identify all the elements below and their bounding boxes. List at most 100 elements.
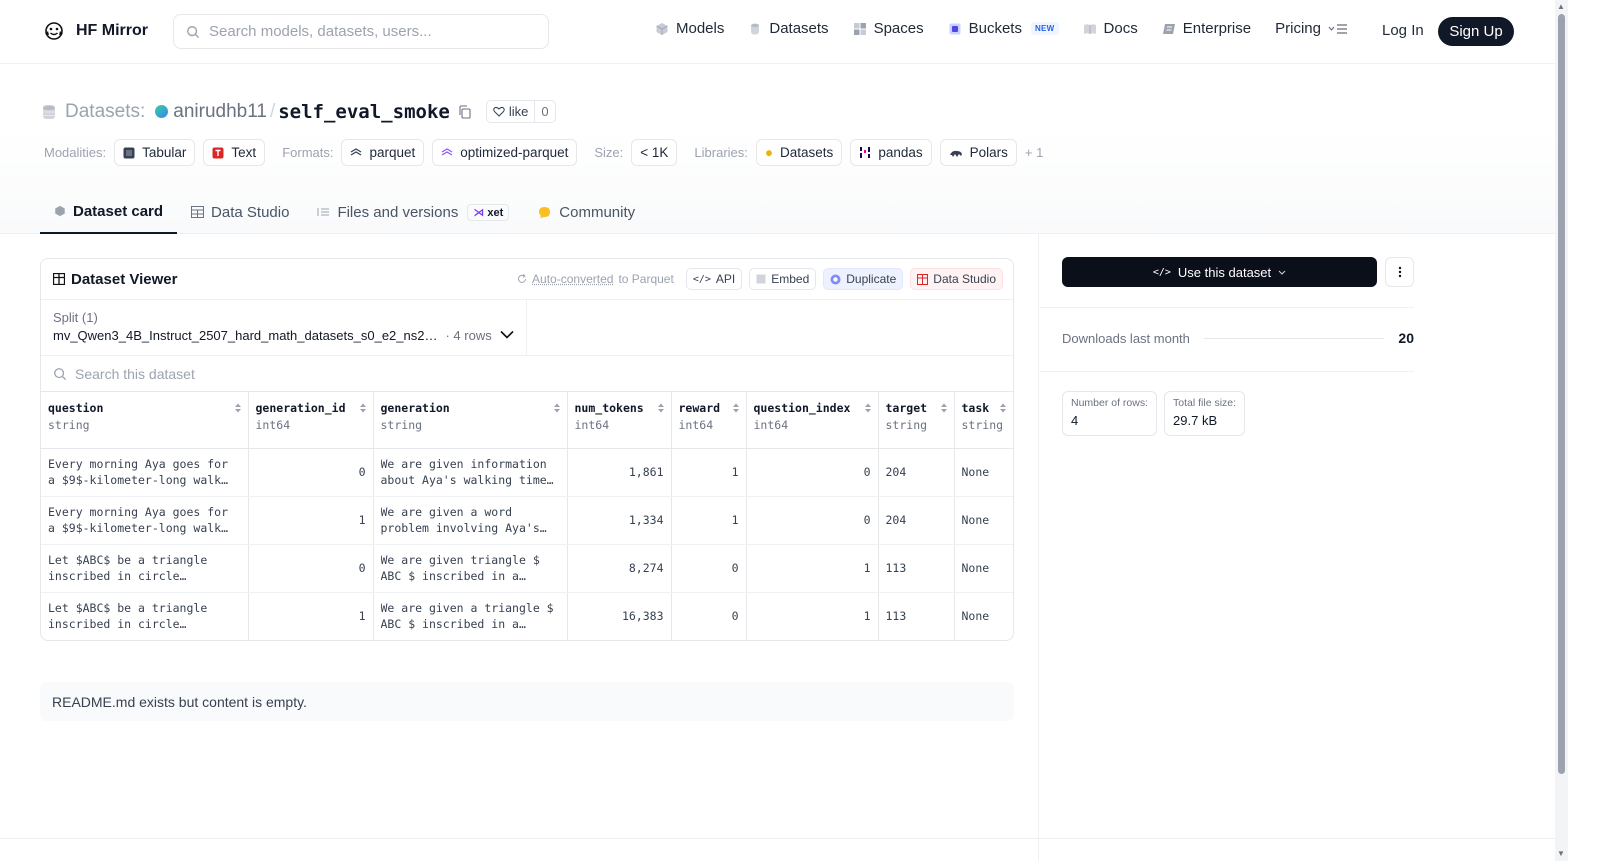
sort-icon[interactable] <box>553 402 561 414</box>
column-header[interactable]: reward int64 <box>671 392 747 449</box>
sort-icon[interactable] <box>657 402 665 414</box>
column-header[interactable]: num_tokens int64 <box>567 392 672 449</box>
embed-button[interactable]: Embed <box>749 268 817 290</box>
table-cell[interactable]: Let $ABC$ be a triangle inscribed in cir… <box>41 592 249 640</box>
sort-icon[interactable] <box>999 402 1007 414</box>
scroll-up-icon[interactable]: ▲ <box>1557 2 1565 11</box>
data-studio-button[interactable]: Data Studio <box>910 268 1003 290</box>
format-optimized-parquet-chip[interactable]: optimized-parquet <box>432 139 578 166</box>
page-scrollbar[interactable]: ▲ ▼ <box>1555 0 1568 861</box>
table-cell[interactable]: 1,861 <box>567 448 672 497</box>
scroll-thumb[interactable] <box>1558 14 1565 774</box>
copy-icon[interactable] <box>458 104 472 119</box>
split-name: mv_Qwen3_4B_Instruct_2507_hard_math_data… <box>53 328 438 343</box>
search-icon <box>54 367 67 380</box>
api-button[interactable]: </> API <box>685 268 743 290</box>
more-menu-icon[interactable] <box>1328 22 1348 36</box>
sort-icon[interactable] <box>359 402 367 414</box>
tab-data-studio[interactable]: Data Studio <box>177 190 303 234</box>
signup-button[interactable]: Sign Up <box>1438 17 1514 46</box>
table-cell[interactable]: None <box>954 496 1013 545</box>
dataset-search[interactable] <box>41 356 1013 392</box>
tab-dataset-card[interactable]: Dataset card <box>40 190 178 234</box>
crumb-datasets-label[interactable]: Datasets: <box>65 101 145 123</box>
table-cell[interactable]: 1,334 <box>567 496 672 545</box>
table-cell[interactable]: We are given triangle $ ABC $ inscribed … <box>373 544 568 593</box>
column-header[interactable]: generation_id int64 <box>248 392 374 449</box>
login-link[interactable]: Log In <box>1382 22 1424 39</box>
format-parquet-label: parquet <box>369 145 416 160</box>
nav-models[interactable]: Models <box>655 20 724 37</box>
table-cell[interactable]: We are given information about Aya's wal… <box>373 448 568 497</box>
table-row[interactable]: Let $ABC$ be a triangle inscribed in cir… <box>41 592 1013 640</box>
table-cell[interactable]: 0 <box>746 496 879 545</box>
modality-text-chip[interactable]: Text <box>203 139 266 166</box>
table-row[interactable]: Every morning Aya goes for a $9$-kilomet… <box>41 448 1013 497</box>
use-this-dataset-button[interactable]: </> Use this dataset <box>1062 257 1377 287</box>
table-cell[interactable]: None <box>954 592 1013 640</box>
owner-link[interactable]: anirudhb11 <box>173 101 267 123</box>
table-cell[interactable]: 113 <box>878 592 955 640</box>
sort-icon[interactable] <box>940 402 948 414</box>
repo-name[interactable]: self_eval_smoke <box>278 101 450 123</box>
table-cell[interactable]: 1 <box>248 592 374 640</box>
nav-pricing[interactable]: Pricing <box>1275 20 1321 37</box>
table-cell[interactable]: Every morning Aya goes for a $9$-kilomet… <box>41 448 249 497</box>
table-cell[interactable]: 1 <box>248 496 374 545</box>
column-header[interactable]: generation string <box>373 392 568 449</box>
more-options-button[interactable] <box>1385 257 1414 287</box>
modality-tabular-chip[interactable]: Tabular <box>114 139 196 166</box>
table-cell[interactable]: Let $ABC$ be a triangle inscribed in cir… <box>41 544 249 593</box>
global-search[interactable] <box>173 14 549 49</box>
table-cell[interactable]: 204 <box>878 448 955 497</box>
brand-link[interactable]: HF Mirror <box>42 19 148 43</box>
nav-spaces[interactable]: Spaces <box>853 20 924 37</box>
library-pandas-chip[interactable]: pandas <box>850 139 932 166</box>
nav-datasets[interactable]: Datasets <box>748 20 829 37</box>
table-cell[interactable]: 0 <box>671 592 747 640</box>
sort-icon[interactable] <box>732 402 740 414</box>
table-cell[interactable]: We are given a triangle $ ABC $ inscribe… <box>373 592 568 640</box>
column-header[interactable]: question_index int64 <box>746 392 879 449</box>
table-cell[interactable]: Every morning Aya goes for a $9$-kilomet… <box>41 496 249 545</box>
table-row[interactable]: Let $ABC$ be a triangle inscribed in cir… <box>41 544 1013 593</box>
table-cell[interactable]: 16,383 <box>567 592 672 640</box>
format-parquet-chip[interactable]: parquet <box>341 139 425 166</box>
table-cell[interactable]: None <box>954 448 1013 497</box>
dataset-search-input[interactable] <box>75 365 575 382</box>
size-chip[interactable]: < 1K <box>631 139 678 166</box>
column-header[interactable]: task string <box>954 392 1013 449</box>
nav-enterprise[interactable]: Enterprise <box>1162 20 1251 37</box>
library-polars-chip[interactable]: Polars <box>939 139 1017 166</box>
table-cell[interactable]: 1 <box>671 448 747 497</box>
column-header[interactable]: question string <box>41 392 249 449</box>
table-cell[interactable]: 8,274 <box>567 544 672 593</box>
table-cell[interactable]: 1 <box>671 496 747 545</box>
table-cell[interactable]: 1 <box>746 592 879 640</box>
duplicate-button[interactable]: Duplicate <box>823 268 904 290</box>
scroll-down-icon[interactable]: ▼ <box>1557 849 1565 858</box>
auto-converted-link[interactable]: Auto-converted <box>532 272 613 286</box>
library-datasets-chip[interactable]: ● Datasets <box>755 139 843 166</box>
table-cell[interactable]: 0 <box>746 448 879 497</box>
table-row[interactable]: Every morning Aya goes for a $9$-kilomet… <box>41 496 1013 545</box>
sort-icon[interactable] <box>234 402 242 414</box>
search-input[interactable] <box>209 23 529 40</box>
table-cell[interactable]: None <box>954 544 1013 593</box>
table-cell[interactable]: 0 <box>248 448 374 497</box>
nav-docs[interactable]: Docs <box>1083 20 1138 37</box>
table-cell[interactable]: We are given a word problem involving Ay… <box>373 496 568 545</box>
tab-community[interactable]: Community <box>523 190 649 234</box>
column-header[interactable]: target string <box>878 392 955 449</box>
like-button[interactable]: like 0 <box>485 100 556 123</box>
table-cell[interactable]: 204 <box>878 496 955 545</box>
more-libraries-link[interactable]: + 1 <box>1025 145 1043 160</box>
table-cell[interactable]: 1 <box>746 544 879 593</box>
sort-icon[interactable] <box>864 402 872 414</box>
table-cell[interactable]: 113 <box>878 544 955 593</box>
tab-files-and-versions[interactable]: Files and versions ⋊ xet <box>303 190 523 234</box>
table-cell[interactable]: 0 <box>671 544 747 593</box>
nav-buckets[interactable]: Buckets NEW <box>948 20 1059 37</box>
split-selector[interactable]: Split (1) mv_Qwen3_4B_Instruct_2507_hard… <box>41 300 527 355</box>
table-cell[interactable]: 0 <box>248 544 374 593</box>
